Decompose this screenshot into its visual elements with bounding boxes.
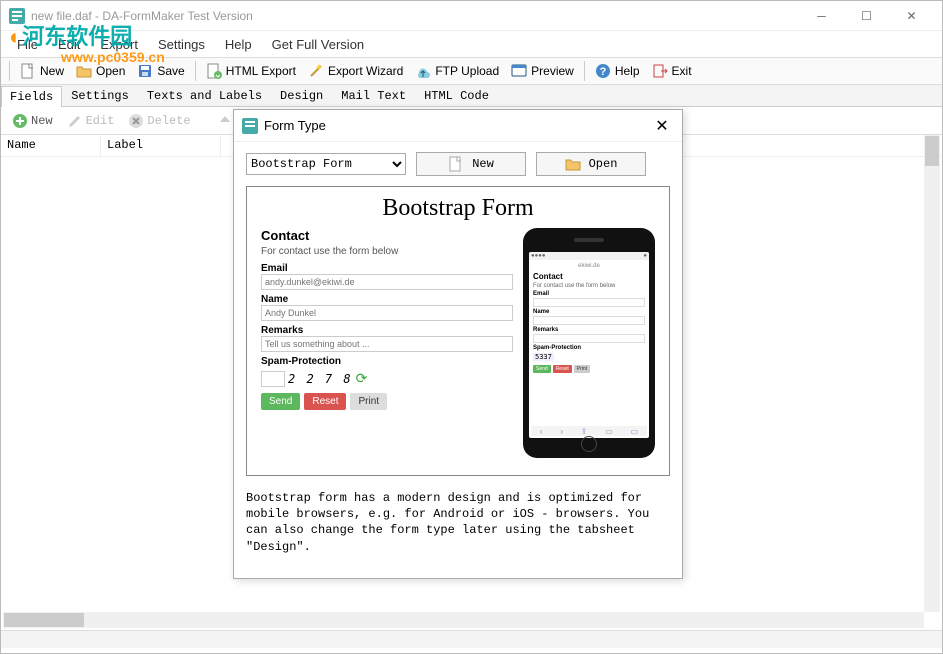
input-email xyxy=(261,274,513,290)
menu-export[interactable]: Export xyxy=(90,34,148,55)
form-preview: Bootstrap Form Contact For contact use t… xyxy=(246,186,670,476)
maximize-button[interactable]: ☐ xyxy=(844,2,889,30)
tab-fields[interactable]: Fields xyxy=(1,86,62,107)
print-button: Print xyxy=(350,393,387,410)
toolbar-ftp-upload[interactable]: FTP Upload xyxy=(409,61,505,81)
menu-get-full[interactable]: Get Full Version xyxy=(262,34,375,55)
desktop-preview: Contact For contact use the form below E… xyxy=(261,228,513,458)
main-tabstrip: Fields Settings Texts and Labels Design … xyxy=(1,85,942,107)
menu-settings[interactable]: Settings xyxy=(148,34,215,55)
column-name[interactable]: Name xyxy=(1,135,101,156)
new-file-icon xyxy=(448,156,464,172)
window-title: new file.daf - DA-FormMaker Test Version xyxy=(31,9,253,23)
app-icon xyxy=(9,8,25,24)
toolbar-open[interactable]: Open xyxy=(70,61,131,81)
ftp-upload-icon xyxy=(415,63,431,79)
dialog-new-button[interactable]: New xyxy=(416,152,526,176)
toolbar-html-export[interactable]: HTML Export xyxy=(200,61,302,81)
label-email: Email xyxy=(261,263,513,274)
dialog-open-button[interactable]: Open xyxy=(536,152,646,176)
dialog-close-button[interactable]: ✕ xyxy=(650,114,674,138)
exit-icon xyxy=(652,63,668,79)
captcha-row: 2 2 7 8 ⟳ xyxy=(261,370,513,387)
toolbar-preview[interactable]: Preview xyxy=(505,61,580,81)
folder-open-icon xyxy=(565,156,581,172)
vertical-scrollbar[interactable] xyxy=(924,135,940,612)
reset-button: Reset xyxy=(304,393,346,410)
dialog-title-text: Form Type xyxy=(264,118,326,133)
tab-html-code[interactable]: HTML Code xyxy=(415,85,498,106)
save-icon xyxy=(137,63,153,79)
plus-icon xyxy=(12,113,28,129)
main-toolbar: New Open Save HTML Export Export Wizard … xyxy=(1,57,942,85)
column-label[interactable]: Label xyxy=(101,135,221,156)
tab-mail-text[interactable]: Mail Text xyxy=(332,85,415,106)
svg-text:?: ? xyxy=(599,66,606,78)
phone-heading: Contact xyxy=(533,272,645,281)
mobile-preview-screen: ●●●●● ekiwi.de Contact For contact use t… xyxy=(529,252,649,438)
toolbar-new[interactable]: New xyxy=(14,61,70,81)
send-button: Send xyxy=(261,393,300,410)
toolbar-help[interactable]: ?Help xyxy=(589,61,646,81)
close-window-button[interactable]: ✕ xyxy=(889,2,934,30)
form-type-dialog: Form Type ✕ Bootstrap Form New Open Boot… xyxy=(233,109,683,579)
mobile-preview-device: ●●●●● ekiwi.de Contact For contact use t… xyxy=(523,228,655,458)
label-remarks: Remarks xyxy=(261,325,513,336)
field-edit-button[interactable]: Edit xyxy=(62,111,120,131)
form-type-select[interactable]: Bootstrap Form xyxy=(246,153,406,175)
tab-settings[interactable]: Settings xyxy=(62,85,138,106)
html-export-icon xyxy=(206,63,222,79)
window-titlebar: new file.daf - DA-FormMaker Test Version… xyxy=(1,1,942,31)
phone-captcha: 5337 xyxy=(533,353,554,361)
tab-design[interactable]: Design xyxy=(271,85,332,106)
new-file-icon xyxy=(20,63,36,79)
menu-edit[interactable]: Edit xyxy=(48,34,90,55)
minimize-button[interactable]: ─ xyxy=(799,2,844,30)
statusbar xyxy=(1,630,942,648)
pencil-icon xyxy=(67,113,83,129)
help-icon: ? xyxy=(595,63,611,79)
input-name xyxy=(261,305,513,321)
preview-title: Bootstrap Form xyxy=(247,195,669,222)
field-new-button[interactable]: New xyxy=(7,111,58,131)
toolbar-exit[interactable]: Exit xyxy=(646,61,698,81)
wizard-icon xyxy=(308,63,324,79)
field-delete-button[interactable]: Delete xyxy=(123,111,195,131)
toolbar-export-wizard[interactable]: Export Wizard xyxy=(302,61,409,81)
menu-file[interactable]: File xyxy=(7,34,48,55)
phone-nav-icons: ‹›⇪▭▭ xyxy=(531,426,647,436)
refresh-icon: ⟳ xyxy=(356,370,368,387)
label-spam: Spam-Protection xyxy=(261,356,513,367)
captcha-digits: 2 2 7 8 xyxy=(288,372,353,386)
menubar: File Edit Export Settings Help Get Full … xyxy=(1,31,942,57)
toolbar-save[interactable]: Save xyxy=(131,61,190,81)
horizontal-scrollbar[interactable] xyxy=(3,612,924,628)
phone-sub: For contact use the form below xyxy=(533,283,645,289)
menu-help[interactable]: Help xyxy=(215,34,262,55)
folder-open-icon xyxy=(76,63,92,79)
delete-icon xyxy=(128,113,144,129)
dialog-titlebar: Form Type ✕ xyxy=(234,110,682,142)
form-subtext: For contact use the form below xyxy=(261,246,513,257)
tab-texts-labels[interactable]: Texts and Labels xyxy=(138,85,271,106)
arrow-up-icon xyxy=(217,113,233,129)
phone-url: ekiwi.de xyxy=(533,263,645,269)
form-type-description: Bootstrap form has a modern design and i… xyxy=(246,490,670,555)
input-remarks xyxy=(261,336,513,352)
label-name: Name xyxy=(261,294,513,305)
preview-icon xyxy=(511,63,527,79)
form-heading: Contact xyxy=(261,228,513,243)
dialog-icon xyxy=(242,118,258,134)
